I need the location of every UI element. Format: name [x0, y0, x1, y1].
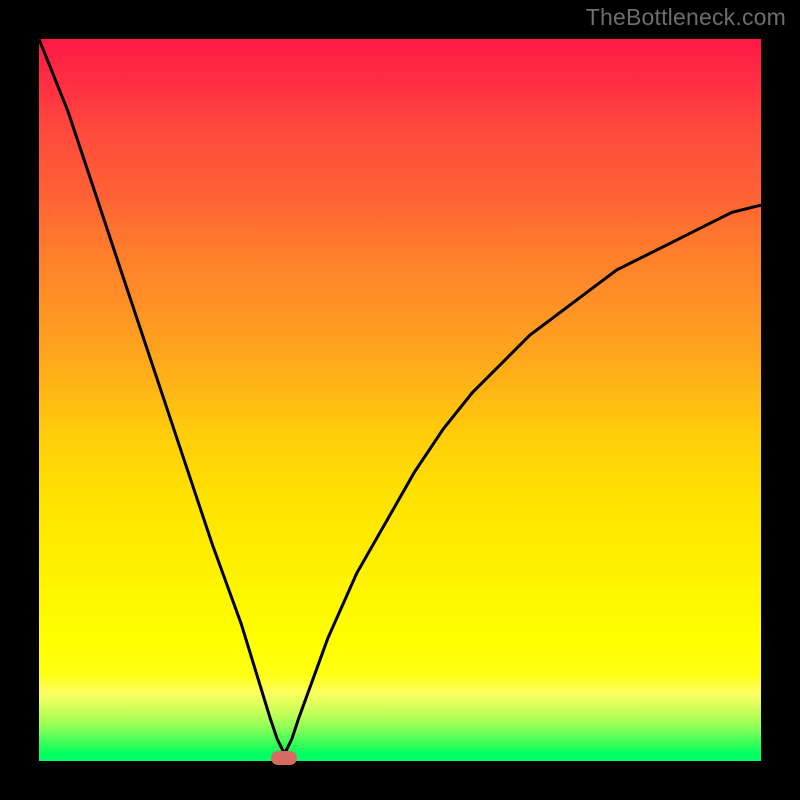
plot-area: [39, 39, 761, 761]
bottleneck-curve: [39, 39, 761, 761]
watermark-text: TheBottleneck.com: [586, 4, 786, 31]
sweet-spot-marker: [271, 751, 297, 765]
chart-frame: TheBottleneck.com: [0, 0, 800, 800]
